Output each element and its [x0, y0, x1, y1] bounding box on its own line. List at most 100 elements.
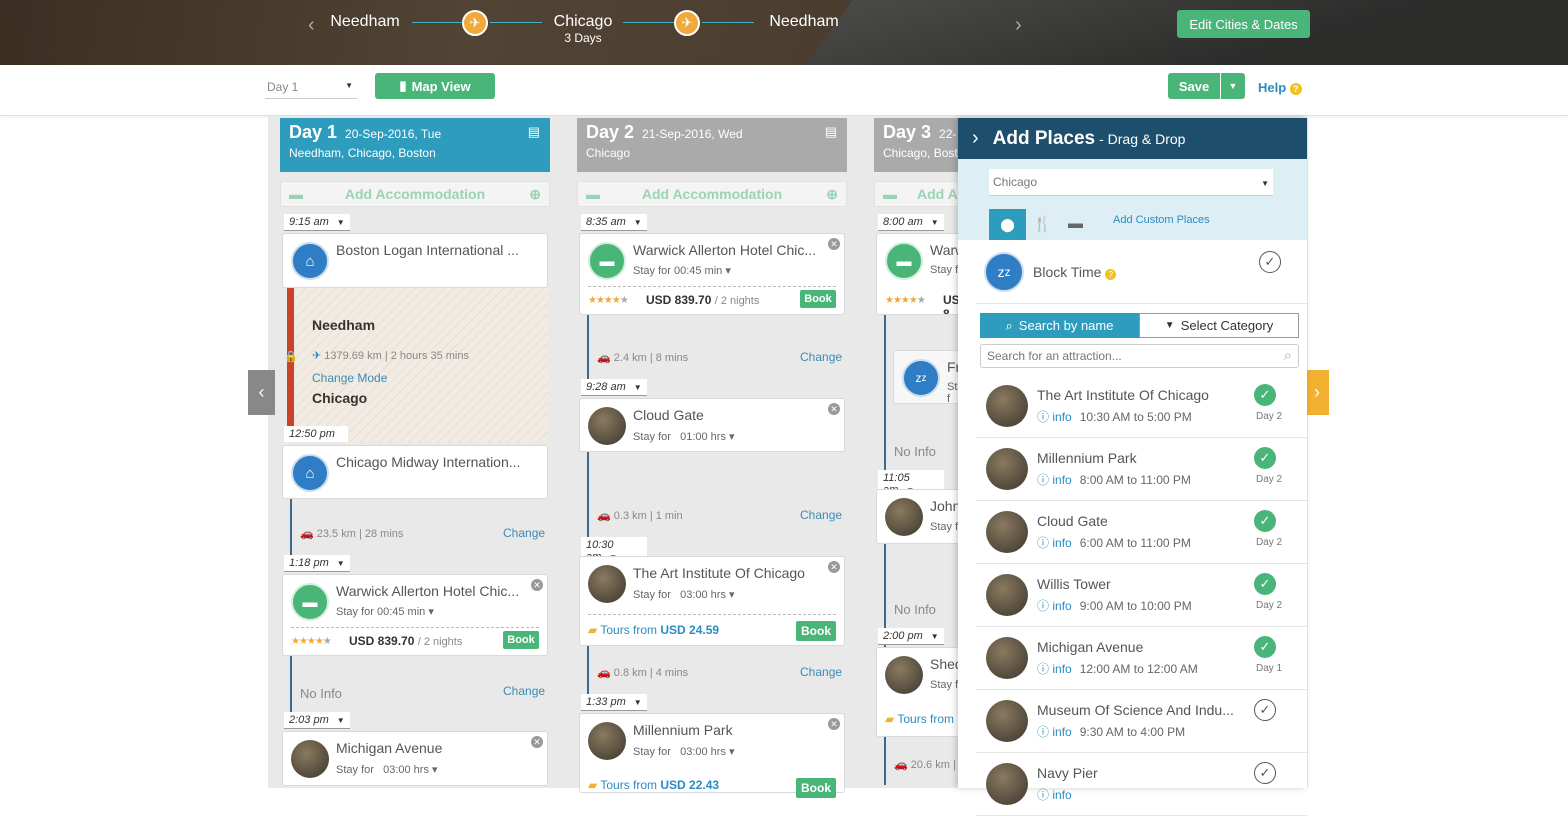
hotels-tab-bed-icon[interactable]: ▬	[1068, 215, 1083, 232]
save-dropdown-button[interactable]: ▼	[1221, 73, 1245, 99]
itinerary-card[interactable]: ⌂ Chicago Midway Internation...	[282, 445, 548, 499]
stay-select[interactable]: Stay for 01:00 hrs ▾	[633, 430, 735, 443]
change-link[interactable]: Change	[800, 508, 842, 522]
place-photo	[986, 511, 1028, 553]
city-chicago[interactable]: Chicago 3 Days	[540, 13, 626, 45]
remove-icon[interactable]: ✕	[531, 736, 543, 748]
info-link[interactable]: ⓘ info	[1037, 725, 1072, 739]
stay-select[interactable]: Stay for 00:45 min ▾	[633, 264, 731, 277]
change-link[interactable]: Change	[503, 526, 545, 540]
help-link[interactable]: Help ?	[1258, 80, 1302, 95]
time-select[interactable]: 1:18 pm ▼	[284, 555, 350, 572]
collapse-chevron-icon[interactable]: ›	[972, 127, 979, 150]
itinerary-card[interactable]: Cloud Gate Stay for 01:00 hrs ▾ ✕	[579, 398, 845, 452]
place-photo	[986, 448, 1028, 490]
time-select[interactable]: 9:28 am ▼	[581, 379, 647, 396]
checkmark-icon[interactable]: ✓	[1259, 251, 1281, 273]
prev-city-icon[interactable]: ‹	[308, 14, 315, 37]
info-link[interactable]: ⓘ info	[1037, 662, 1072, 676]
city-select[interactable]: Chicago ▼	[989, 169, 1273, 196]
checkmark-icon[interactable]: ✓	[1254, 636, 1276, 658]
notes-icon[interactable]: ▤	[528, 124, 540, 140]
info-link[interactable]: ⓘ info	[1037, 410, 1072, 424]
block-time-row[interactable]: zz Block Time ? ✓	[976, 240, 1307, 304]
info-icon: ⓘ	[1037, 536, 1050, 550]
plane-icon[interactable]: ✈	[674, 10, 700, 36]
place-item[interactable]: Navy Pier ⓘ info ✓	[976, 753, 1307, 816]
info-link[interactable]: ⓘ info	[1037, 473, 1072, 487]
remove-icon[interactable]: ✕	[828, 403, 840, 415]
itinerary-card[interactable]: ▬ Warwick Allerton Hotel Chic... Stay fo…	[579, 233, 845, 315]
hotel-icon: ▬	[885, 242, 923, 280]
place-item[interactable]: Michigan Avenue ⓘ info 12:00 AM to 12:00 A…	[976, 627, 1307, 690]
book-button[interactable]: Book	[796, 621, 836, 641]
place-item[interactable]: The Art Institute Of Chicago ⓘ info 10:30 …	[976, 375, 1307, 438]
search-by-name-tab[interactable]: ⌕ Search by name	[980, 313, 1139, 338]
book-button[interactable]: Book	[796, 778, 836, 798]
add-accommodation-day-1[interactable]: ▬ Add Accommodation ⊕	[280, 181, 550, 207]
itinerary-card[interactable]: ▬ Warwick Allerton Hotel Chic... Stay fo…	[282, 574, 548, 656]
itinerary-card[interactable]: The Art Institute Of Chicago Stay for 03…	[579, 556, 845, 646]
itinerary-card[interactable]: ⌂ Boston Logan International ...	[282, 233, 548, 288]
place-hours: 9:00 AM to 10:00 PM	[1079, 599, 1192, 613]
itinerary-card[interactable]: Millennium Park Stay for 03:00 hrs ▾ ✕ ▰…	[579, 713, 845, 798]
checkmark-icon[interactable]: ✓	[1254, 510, 1276, 532]
restaurants-tab-icon[interactable]: 🍴	[1033, 215, 1052, 233]
car-icon: 🚗	[597, 510, 614, 522]
time-select[interactable]: 8:35 am ▼	[581, 214, 647, 231]
checkmark-icon[interactable]: ✓	[1254, 384, 1276, 406]
day-1-header[interactable]: Day 1 20-Sep-2016, Tue Needham, Chicago, …	[280, 118, 550, 172]
info-link[interactable]: ⓘ info	[1037, 788, 1072, 802]
attractions-tab-pin-icon[interactable]: ⬤	[989, 209, 1026, 240]
info-link[interactable]: ⓘ info	[1037, 536, 1072, 550]
change-link[interactable]: Change	[503, 684, 545, 698]
prev-day-button[interactable]: ‹	[248, 370, 275, 415]
place-item[interactable]: Millennium Park ⓘ info 8:00 AM to 11:00 PM…	[976, 438, 1307, 501]
checkmark-icon[interactable]: ✓	[1254, 573, 1276, 595]
book-button[interactable]: Book	[503, 631, 539, 649]
select-category-tab[interactable]: ▼ Select Category	[1139, 313, 1299, 338]
tours-link[interactable]: ▰ Tours from USD 24.59	[588, 623, 719, 637]
stay-select[interactable]: Stay for 03:00 hrs ▾	[633, 588, 735, 601]
checkmark-icon[interactable]: ✓	[1254, 447, 1276, 469]
checkmark-icon[interactable]: ✓	[1254, 762, 1276, 784]
plane-icon[interactable]: ✈	[462, 10, 488, 36]
change-link[interactable]: Change	[800, 350, 842, 364]
time-select[interactable]: 9:15 am ▼	[284, 214, 350, 231]
card-title: Warwick Allerton Hotel Chic...	[336, 583, 520, 599]
time-select[interactable]: 2:00 pm ▼	[878, 628, 944, 645]
remove-icon[interactable]: ✕	[531, 579, 543, 591]
city-needham-end[interactable]: Needham	[760, 13, 848, 31]
time-select[interactable]: 2:03 pm ▼	[284, 712, 350, 729]
book-button[interactable]: Book	[800, 290, 836, 308]
stay-select[interactable]: Stay for 03:00 hrs ▾	[633, 745, 735, 758]
place-item[interactable]: Willis Tower ⓘ info 9:00 AM to 10:00 PM ✓ Da…	[976, 564, 1307, 627]
remove-icon[interactable]: ✕	[828, 238, 840, 250]
info-link[interactable]: ⓘ info	[1037, 599, 1072, 613]
next-city-icon[interactable]: ›	[1015, 14, 1022, 37]
time-select[interactable]: 8:00 am ▼	[878, 214, 944, 231]
edit-cities-dates-button[interactable]: Edit Cities & Dates	[1177, 10, 1310, 38]
add-accommodation-day-2[interactable]: ▬ Add Accommodation ⊕	[577, 181, 847, 207]
tours-link[interactable]: ▰ Tours from USD 22.43	[588, 778, 719, 792]
remove-icon[interactable]: ✕	[828, 718, 840, 730]
notes-icon[interactable]: ▤	[825, 124, 837, 140]
add-custom-places-link[interactable]: Add Custom Places	[1113, 214, 1210, 226]
place-item[interactable]: Cloud Gate ⓘ info 6:00 AM to 11:00 PM ✓ Day …	[976, 501, 1307, 564]
change-link[interactable]: Change	[800, 665, 842, 679]
stay-select[interactable]: Stay for 03:00 hrs ▾	[336, 763, 438, 776]
itinerary-card[interactable]: Michigan Avenue Stay for 03:00 hrs ▾ ✕	[282, 731, 548, 786]
checkmark-icon[interactable]: ✓	[1254, 699, 1276, 721]
search-input[interactable]: Search for an attraction... ⌕	[980, 344, 1299, 368]
time-select[interactable]: 1:33 pm ▼	[581, 694, 647, 711]
map-view-button[interactable]: ▮ Map View	[375, 73, 495, 99]
city-needham-start[interactable]: Needham	[325, 13, 405, 31]
place-item[interactable]: Museum Of Science And Indu... ⓘ info 9:30 …	[976, 690, 1307, 753]
day-2-header[interactable]: Day 2 21-Sep-2016, Wed Chicago ▤	[577, 118, 847, 172]
change-mode-link[interactable]: Change Mode	[312, 371, 387, 385]
save-button[interactable]: Save	[1168, 73, 1220, 99]
day-select[interactable]: Day 1 ▼	[265, 75, 357, 99]
remove-icon[interactable]: ✕	[828, 561, 840, 573]
next-day-button[interactable]: ›	[1305, 370, 1329, 415]
stay-select[interactable]: Stay for 00:45 min ▾	[336, 605, 434, 618]
